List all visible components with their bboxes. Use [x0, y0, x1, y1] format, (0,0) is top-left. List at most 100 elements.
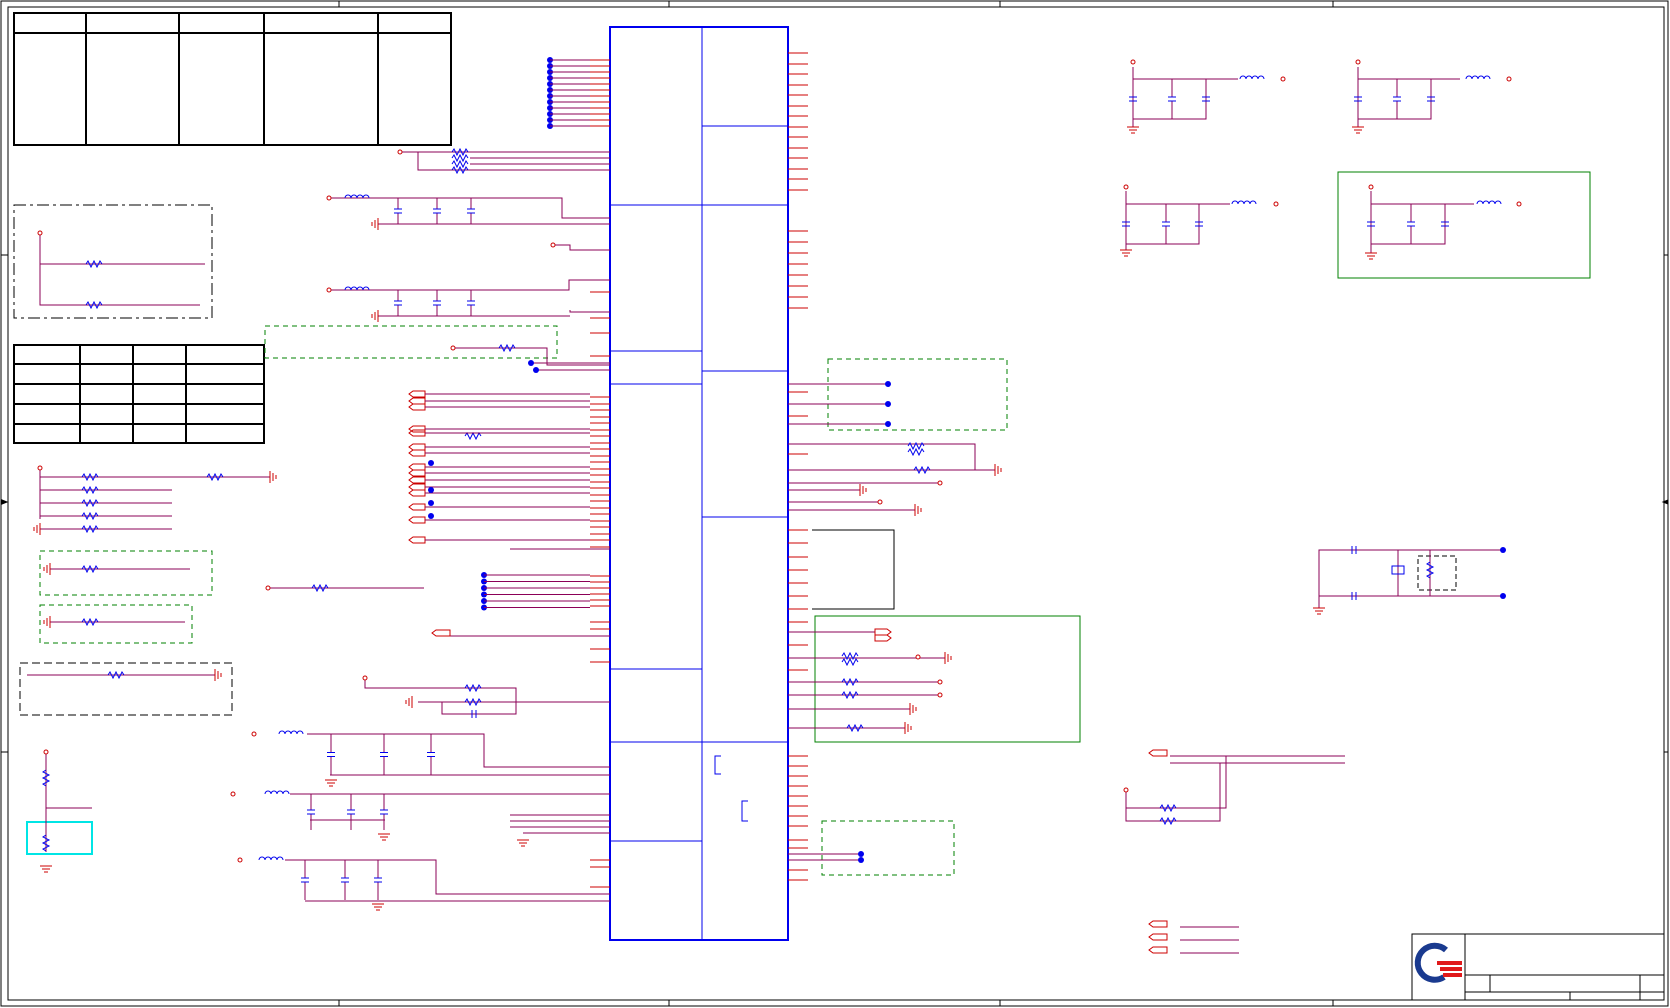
capacitor: [380, 794, 388, 830]
capacitor: [394, 198, 402, 224]
pin-terminal: [1368, 184, 1374, 190]
capacitor: [1162, 204, 1170, 244]
capacitor: [1393, 79, 1401, 119]
pin-terminal: [937, 480, 943, 486]
off-page-connector: [408, 429, 590, 437]
pin-terminal: [37, 230, 43, 236]
off-page-connector: [431, 629, 451, 637]
junction-dot: [1500, 547, 1506, 553]
off-page-connector: [408, 443, 590, 451]
pin-terminal: [362, 675, 368, 681]
capacitor: [427, 734, 435, 775]
resistors: [41, 147, 1435, 852]
dashed-group-boxes: [13, 204, 1457, 876]
junction-dot: [885, 421, 891, 427]
capacitor: [341, 860, 349, 900]
pin-terminal: [1516, 201, 1522, 207]
ground-symbol: [371, 310, 379, 322]
capacitor: [394, 290, 402, 316]
junction-dot: [428, 500, 434, 506]
junction-dot: [533, 367, 539, 373]
off-page-connector: [408, 503, 590, 511]
ground-symbol: [909, 703, 917, 715]
solid-group-boxes: [26, 171, 1591, 855]
bus-wires: [484, 59, 590, 608]
pin-terminal: [550, 242, 556, 248]
pin-terminal: [1506, 76, 1512, 82]
capacitor: [307, 794, 315, 830]
junction-dot: [1500, 593, 1506, 599]
ground-symbol: [372, 903, 384, 911]
pin-terminal: [1123, 184, 1129, 190]
junction-dot: [528, 360, 534, 366]
capacitor: [374, 860, 382, 900]
sheet-border: [0, 0, 1669, 1007]
junction-dot: [428, 513, 434, 519]
ground-symbol: [214, 669, 222, 681]
off-page-connector: [408, 463, 590, 471]
pin-terminal: [230, 791, 236, 797]
off-page-connector: [408, 483, 590, 491]
capacitor: [433, 290, 441, 316]
off-page-connector: [874, 634, 892, 642]
pin-terminal: [450, 345, 456, 351]
junction-dot: [885, 381, 891, 387]
off-page-connector: [408, 397, 590, 405]
ground-symbol: [904, 722, 912, 734]
revision-table: [13, 12, 452, 146]
ground-symbol: [914, 504, 922, 516]
off-page-connector: [408, 403, 590, 411]
nets: [27, 67, 1503, 954]
junction-dot: [858, 851, 864, 857]
pin-terminal: [937, 692, 943, 698]
pin-terminal: [877, 499, 883, 505]
ground-symbol: [944, 652, 952, 664]
ground-symbol: [1352, 126, 1364, 134]
pin-terminal: [326, 195, 332, 201]
off-page-connector: [408, 516, 590, 524]
off-page-connector: [408, 469, 590, 477]
ground-symbol: [405, 696, 413, 708]
capacitor: [467, 290, 475, 316]
off-page-connector: [1148, 749, 1168, 757]
pin-terminal: [1355, 59, 1361, 65]
ground-symbol: [43, 563, 51, 575]
off-page-connector: [1148, 920, 1168, 928]
pin-terminal: [1123, 787, 1129, 793]
ic-pins: [590, 52, 808, 902]
ground-symbol: [517, 839, 529, 847]
capacitor: [380, 734, 388, 775]
junction-dot: [428, 487, 434, 493]
schematic-canvas: [0, 0, 1669, 1007]
ground-symbol: [40, 865, 52, 873]
ground-symbol: [1365, 252, 1377, 260]
off-page-connector: [408, 390, 590, 398]
pin-terminal: [1130, 59, 1136, 65]
capacitor: [467, 198, 475, 224]
schematic-sheet: [0, 0, 1670, 1008]
capacitor: [347, 794, 355, 830]
off-page-connector: [874, 628, 892, 636]
off-page-connector: [408, 476, 590, 484]
capacitor: [301, 860, 309, 900]
off-page-connector: [408, 449, 590, 457]
ground-symbol: [371, 218, 379, 230]
pin-terminal: [37, 465, 43, 471]
pin-terminal: [43, 749, 49, 755]
junction-dot: [428, 460, 434, 466]
pin-terminal: [1280, 76, 1286, 82]
off-page-connector: [1148, 933, 1168, 941]
off-page-connector: [408, 425, 590, 433]
pin-terminal: [1273, 201, 1279, 207]
ground-symbol: [859, 484, 867, 496]
capacitor: [1168, 79, 1176, 119]
ground-symbol: [994, 464, 1002, 476]
config-table: [13, 344, 265, 444]
off-page-connector: [408, 489, 590, 497]
pin-terminal: [237, 857, 243, 863]
ground-symbol: [269, 471, 277, 483]
pin-terminal: [937, 679, 943, 685]
off-page-connector: [1148, 946, 1168, 954]
main-ic-symbol: [609, 26, 789, 941]
ground-symbol: [43, 616, 51, 628]
